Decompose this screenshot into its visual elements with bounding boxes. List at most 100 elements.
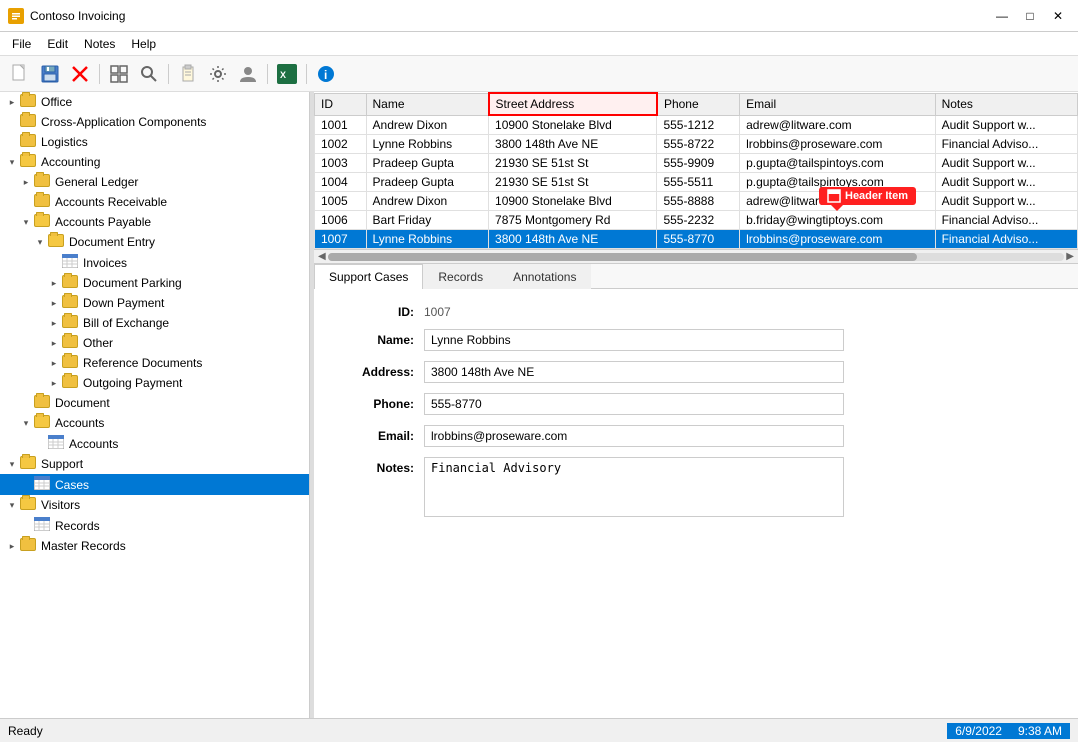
horizontal-scrollbar[interactable]: ◀ ▶ xyxy=(314,249,1078,263)
toolbar: X i xyxy=(0,56,1078,92)
tree-icon-other xyxy=(62,335,80,351)
grid-col-name[interactable]: Name xyxy=(366,93,489,115)
tree-label-records: Records xyxy=(55,519,100,533)
tree-expander-accounting[interactable]: ▾ xyxy=(4,157,20,168)
tree-item-master-records[interactable]: ▸Master Records xyxy=(0,536,309,556)
cell-phone: 555-8722 xyxy=(657,135,740,154)
tree-expander-reference-documents[interactable]: ▸ xyxy=(46,358,62,369)
tree-item-general-ledger[interactable]: ▸General Ledger xyxy=(0,172,309,192)
field-id: ID: 1007 xyxy=(334,301,1058,319)
tree-item-invoices[interactable]: Invoices xyxy=(0,252,309,273)
tree-item-document[interactable]: Document xyxy=(0,393,309,413)
tree-item-accounts-sub[interactable]: Accounts xyxy=(0,433,309,454)
tree-expander-visitors[interactable]: ▾ xyxy=(4,500,20,511)
tree-item-outgoing-payment[interactable]: ▸Outgoing Payment xyxy=(0,373,309,393)
minimize-button[interactable]: — xyxy=(990,6,1014,26)
tree-expander-document-parking[interactable]: ▸ xyxy=(46,278,62,289)
tree-item-logistics[interactable]: Logistics xyxy=(0,132,309,152)
table-row[interactable]: 1001Andrew Dixon10900 Stonelake Blvd555-… xyxy=(315,115,1078,135)
tree-item-accounts-receivable[interactable]: Accounts Receivable xyxy=(0,192,309,212)
tree-item-records[interactable]: Records xyxy=(0,515,309,536)
scrollbar-thumb[interactable] xyxy=(328,253,917,261)
tree-item-document-parking[interactable]: ▸Document Parking xyxy=(0,273,309,293)
table-row[interactable]: 1003Pradeep Gupta21930 SE 51st St555-990… xyxy=(315,154,1078,173)
scroll-left-arrow[interactable]: ◀ xyxy=(316,251,328,262)
delete-button[interactable] xyxy=(66,60,94,88)
menu-file[interactable]: File xyxy=(4,35,39,53)
scrollbar-track[interactable] xyxy=(328,253,1065,261)
tree-expander-office[interactable]: ▸ xyxy=(4,97,20,108)
tree-item-cases[interactable]: Cases xyxy=(0,474,309,495)
phone-input[interactable] xyxy=(424,393,844,415)
grid-col-email[interactable]: Email xyxy=(740,93,935,115)
tree-item-other[interactable]: ▸ Other xyxy=(0,333,309,353)
tree-expander-general-ledger[interactable]: ▸ xyxy=(18,177,34,188)
tree-item-support[interactable]: ▾Support xyxy=(0,454,309,474)
grid-scroll[interactable]: IDNameStreet AddressPhoneEmailNotes 1001… xyxy=(314,92,1078,249)
menu-edit[interactable]: Edit xyxy=(39,35,76,53)
tree-item-office[interactable]: ▸Office xyxy=(0,92,309,112)
maximize-button[interactable]: □ xyxy=(1018,6,1042,26)
menu-notes[interactable]: Notes xyxy=(76,35,123,53)
tree-expander-outgoing-payment[interactable]: ▸ xyxy=(46,378,62,389)
cell-email: lrobbins@proseware.com xyxy=(740,230,935,249)
close-button[interactable]: ✕ xyxy=(1046,6,1070,26)
tree-expander-document-entry[interactable]: ▾ xyxy=(32,237,48,248)
tree-label-document-entry: Document Entry xyxy=(69,235,155,249)
tree-icon-accounts xyxy=(34,415,52,431)
tree-item-document-entry[interactable]: ▾ Document Entry xyxy=(0,232,309,252)
tree-expander-down-payment[interactable]: ▸ xyxy=(46,298,62,309)
grid-col-id[interactable]: ID xyxy=(315,93,367,115)
scroll-right-arrow[interactable]: ▶ xyxy=(1064,251,1076,262)
tree-expander-accounts-payable[interactable]: ▾ xyxy=(18,217,34,228)
new-button[interactable] xyxy=(6,60,34,88)
tree-item-reference-documents[interactable]: ▸Reference Documents xyxy=(0,353,309,373)
tree-item-visitors[interactable]: ▾ Visitors xyxy=(0,495,309,515)
tree-item-accounts-payable[interactable]: ▾Accounts Payable xyxy=(0,212,309,232)
toolbar-sep-4 xyxy=(306,64,307,84)
grid-col-phone[interactable]: Phone xyxy=(657,93,740,115)
notes-textarea[interactable] xyxy=(424,457,844,517)
tree-expander-other[interactable]: ▸ xyxy=(46,338,62,349)
grid-col-street-address[interactable]: Street Address xyxy=(489,93,657,115)
grid-header-row: IDNameStreet AddressPhoneEmailNotes xyxy=(315,93,1078,115)
cell-notes: Financial Adviso... xyxy=(935,211,1077,230)
field-email: Email: xyxy=(334,425,1058,447)
tree-expander-master-records[interactable]: ▸ xyxy=(4,541,20,552)
tree-item-bill-of-exchange[interactable]: ▸Bill of Exchange xyxy=(0,313,309,333)
cell-name: Lynne Robbins xyxy=(366,135,489,154)
tree-item-accounts[interactable]: ▾Accounts xyxy=(0,413,309,433)
table-row[interactable]: 1005Andrew Dixon10900 Stonelake Blvd555-… xyxy=(315,192,1078,211)
table-row[interactable]: 1006Bart Friday7875 Montgomery Rd555-223… xyxy=(315,211,1078,230)
address-input[interactable] xyxy=(424,361,844,383)
tab-records[interactable]: Records xyxy=(423,264,498,289)
info-button[interactable]: i xyxy=(312,60,340,88)
grid-button[interactable] xyxy=(105,60,133,88)
tree-label-down-payment: Down Payment xyxy=(83,296,164,310)
settings-button[interactable] xyxy=(204,60,232,88)
clipboard-button[interactable] xyxy=(174,60,202,88)
tree-item-accounting[interactable]: ▾Accounting xyxy=(0,152,309,172)
tree-expander-accounts[interactable]: ▾ xyxy=(18,418,34,429)
tree-item-down-payment[interactable]: ▸ Down Payment xyxy=(0,293,309,313)
user-button[interactable] xyxy=(234,60,262,88)
tab-support-cases[interactable]: Support Cases xyxy=(314,264,423,289)
tab-annotations[interactable]: Annotations xyxy=(498,264,591,289)
table-row[interactable]: 1004Pradeep Gupta21930 SE 51st St555-551… xyxy=(315,173,1078,192)
search-button[interactable] xyxy=(135,60,163,88)
tree-item-cross-app[interactable]: Cross-Application Components xyxy=(0,112,309,132)
table-row[interactable]: 1007Lynne Robbins3800 148th Ave NE555-87… xyxy=(315,230,1078,249)
tree-expander-support[interactable]: ▾ xyxy=(4,459,20,470)
tree-label-visitors: Visitors xyxy=(41,498,80,512)
menu-help[interactable]: Help xyxy=(123,35,164,53)
notes-label: Notes: xyxy=(334,457,414,475)
svg-text:X: X xyxy=(280,70,286,80)
grid-col-notes[interactable]: Notes xyxy=(935,93,1077,115)
excel-button[interactable]: X xyxy=(273,60,301,88)
save-button[interactable] xyxy=(36,60,64,88)
table-row[interactable]: 1002Lynne Robbins3800 148th Ave NE555-87… xyxy=(315,135,1078,154)
name-input[interactable] xyxy=(424,329,844,351)
tree-expander-bill-of-exchange[interactable]: ▸ xyxy=(46,318,62,329)
email-input[interactable] xyxy=(424,425,844,447)
tree-label-other: Other xyxy=(83,336,113,350)
